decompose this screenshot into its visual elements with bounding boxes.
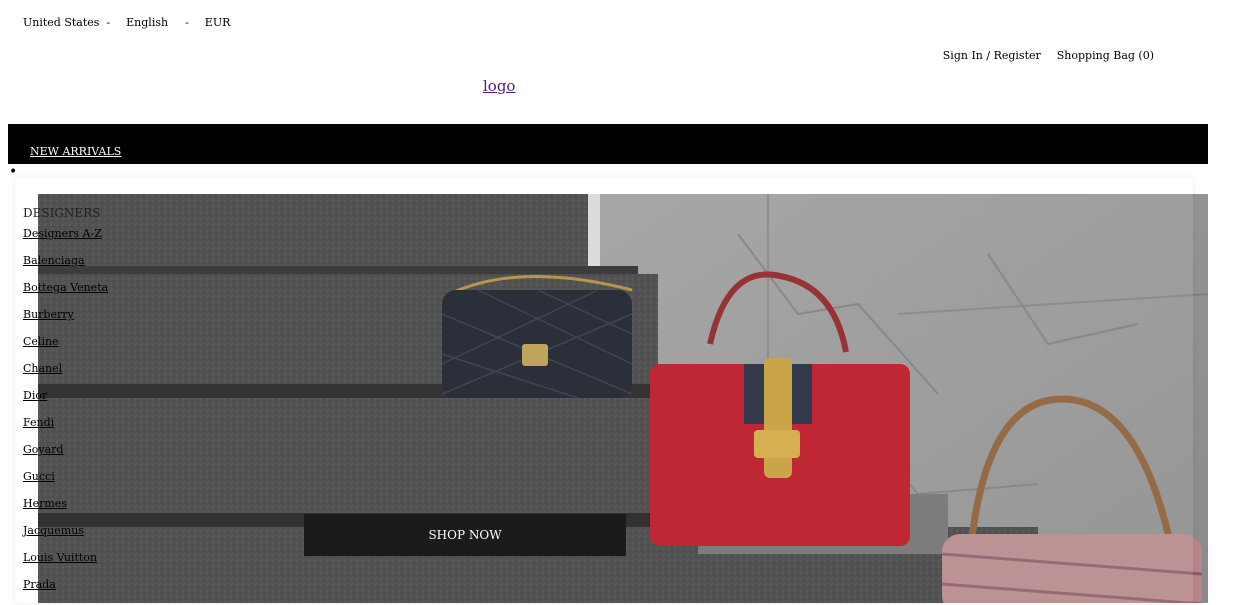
locale-bar: United States - English - EUR [23,16,230,29]
account-links: Sign In / Register Shopping Bag (0) [943,49,1154,62]
shopping-bag-link[interactable]: Shopping Bag (0) [1057,49,1154,62]
currency-selector[interactable]: EUR [205,16,231,29]
designer-link[interactable]: Fendi [23,416,108,443]
shop-now-button[interactable]: SHOP NOW [304,514,626,556]
country-selector[interactable]: United States [23,16,99,29]
designers-list: Designers A-Z Balenciaga Bottega Veneta … [23,227,108,605]
separator: - [99,16,111,29]
sign-in-link[interactable]: Sign In / Register [943,49,1041,62]
designer-link[interactable]: Burberry [23,308,108,335]
nav-new-arrivals[interactable]: NEW ARRIVALS [30,145,121,158]
designer-link[interactable]: Prada [23,578,108,605]
designer-link[interactable]: Gucci [23,470,108,497]
designer-link[interactable]: Jacquemus [23,524,108,551]
designer-link[interactable]: Goyard [23,443,108,470]
designer-link[interactable]: Celine [23,335,108,362]
designer-link[interactable]: Balenciaga [23,254,108,281]
designer-link[interactable]: Louis Vuitton [23,551,108,578]
language-selector[interactable]: English [126,16,168,29]
designer-link[interactable]: Hermes [23,497,108,524]
logo-link[interactable]: logo [483,77,515,95]
designers-heading: DESIGNERS [23,206,101,220]
designer-link[interactable]: Dior [23,389,108,416]
main-nav: NEW ARRIVALS [8,124,1208,164]
designer-link[interactable]: Chanel [23,362,108,389]
designer-link[interactable]: Designers A-Z [23,227,108,254]
designer-link[interactable]: Bottega Veneta [23,281,108,308]
